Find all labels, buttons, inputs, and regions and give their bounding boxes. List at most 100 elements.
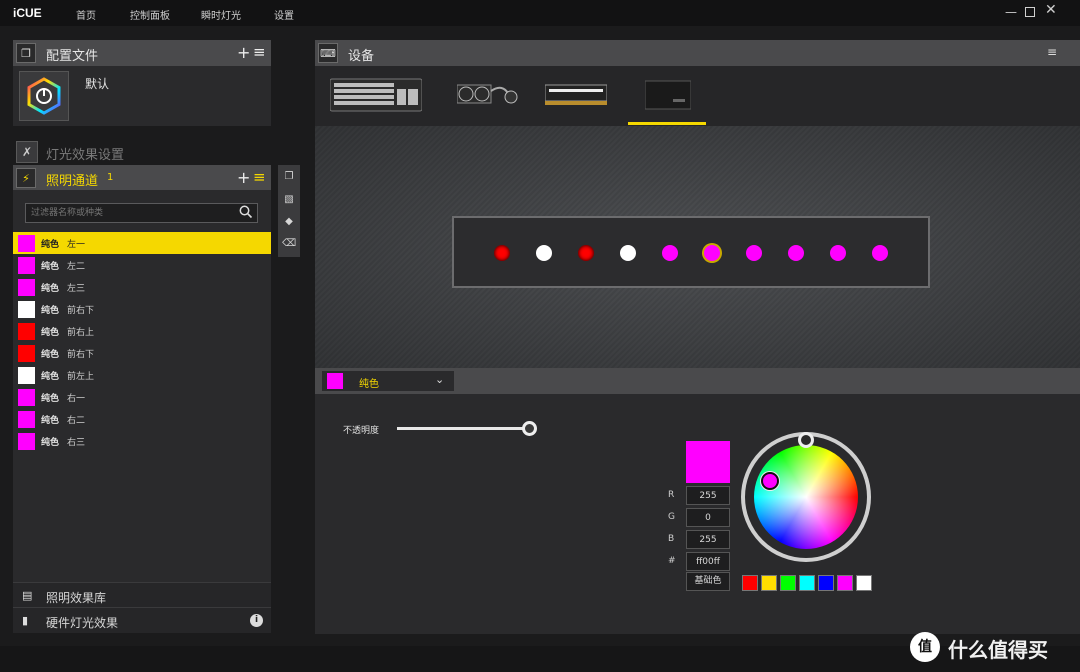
memory-device-icon[interactable]: [544, 82, 608, 111]
layer-row[interactable]: 纯色 前右下: [13, 298, 271, 320]
channel-title: 照明通道: [46, 174, 99, 189]
layer-color-swatch: [18, 257, 35, 274]
effects-library-item[interactable]: ▤ 照明效果库: [13, 582, 271, 607]
preset-magenta[interactable]: [837, 575, 853, 591]
led-7[interactable]: [746, 245, 762, 261]
hardware-lighting-item[interactable]: ▮ 硬件灯光效果 i: [13, 607, 271, 633]
effect-type-dropdown[interactable]: 纯色 ⌄: [322, 371, 454, 391]
color-wheel-picker[interactable]: [761, 472, 779, 490]
lightning-icon: ⚡: [16, 168, 36, 188]
effect-settings-panel: 不透明度 R G B # 基础色: [315, 394, 1080, 634]
led-9[interactable]: [830, 245, 846, 261]
reorder-icon[interactable]: ◆: [282, 215, 296, 229]
layer-color-swatch: [18, 367, 35, 384]
layer-row[interactable]: 纯色 左一: [13, 232, 271, 254]
delete-icon[interactable]: ⌫: [282, 237, 296, 251]
layer-row[interactable]: 纯色 左二: [13, 254, 271, 276]
layer-color-swatch: [18, 235, 35, 252]
preset-cyan[interactable]: [799, 575, 815, 591]
device-preview-area: [315, 126, 1080, 368]
hex-field[interactable]: [686, 552, 730, 571]
led-6-selected[interactable]: [704, 245, 720, 261]
led-8[interactable]: [788, 245, 804, 261]
color-wheel[interactable]: [754, 445, 858, 549]
led-10[interactable]: [872, 245, 888, 261]
device-selection-indicator: [628, 122, 706, 125]
profiles-menu-button[interactable]: ≡: [253, 43, 266, 61]
profile-card-default[interactable]: 默认: [13, 66, 271, 126]
g-label: G: [668, 512, 675, 522]
preset-red[interactable]: [742, 575, 758, 591]
led-1[interactable]: [494, 245, 510, 261]
minimize-icon[interactable]: —: [1005, 5, 1017, 19]
cooler-device-icon[interactable]: [456, 81, 519, 112]
preset-yellow[interactable]: [761, 575, 777, 591]
nav-instant-lighting[interactable]: 瞬时灯光: [201, 7, 241, 22]
color-wheel-container: [741, 432, 871, 562]
layer-row[interactable]: 纯色 右二: [13, 408, 271, 430]
layer-type: 纯色: [41, 416, 60, 426]
maximize-icon[interactable]: [1025, 6, 1035, 20]
layer-type: 纯色: [41, 372, 60, 382]
nav-settings[interactable]: 设置: [274, 7, 294, 22]
layer-tool-column: ❐ ▧ ◆ ⌫: [278, 165, 300, 257]
search-icon[interactable]: [239, 205, 255, 221]
nav-home[interactable]: 首页: [76, 7, 96, 22]
channel-menu-button[interactable]: ≡: [253, 168, 266, 186]
layer-color-swatch: [18, 345, 35, 362]
layer-row[interactable]: 纯色 右一: [13, 386, 271, 408]
layer-row[interactable]: 纯色 左三: [13, 276, 271, 298]
led-5[interactable]: [662, 245, 678, 261]
layer-row[interactable]: 纯色 前右下: [13, 342, 271, 364]
led-2[interactable]: [536, 245, 552, 261]
add-layer-button[interactable]: +: [237, 168, 250, 187]
hardware-lighting-label: 硬件灯光效果: [46, 616, 119, 630]
opacity-slider-track[interactable]: [397, 427, 533, 430]
preset-green[interactable]: [780, 575, 796, 591]
brightness-ring-handle[interactable]: [798, 432, 814, 448]
keyboard-icon: ⌨: [318, 43, 338, 63]
profiles-header: ❐ 配置文件 + ≡: [13, 40, 271, 66]
layer-color-swatch: [18, 323, 35, 340]
g-field[interactable]: [686, 508, 730, 527]
preset-blue[interactable]: [818, 575, 834, 591]
copy-icon[interactable]: ❐: [282, 170, 296, 184]
add-profile-button[interactable]: +: [237, 43, 250, 62]
current-color-preview: [686, 441, 730, 483]
filter-input[interactable]: [25, 203, 258, 223]
paste-icon[interactable]: ▧: [282, 193, 296, 207]
led-4[interactable]: [620, 245, 636, 261]
layer-type: 纯色: [41, 328, 60, 338]
info-icon[interactable]: i: [250, 614, 263, 627]
layer-name: 前右上: [67, 328, 95, 338]
hex-label: #: [668, 556, 676, 566]
device-strip: [315, 66, 1080, 126]
b-field[interactable]: [686, 530, 730, 549]
layer-type: 纯色: [41, 240, 60, 250]
layer-row[interactable]: 纯色 前左上: [13, 364, 271, 386]
nav-dashboard[interactable]: 控制面板: [130, 7, 170, 22]
layer-name: 右三: [67, 438, 86, 448]
keyboard-device-icon[interactable]: [329, 77, 423, 116]
layer-type: 纯色: [41, 394, 60, 404]
basic-colors-button[interactable]: 基础色: [686, 572, 730, 591]
devices-menu-icon[interactable]: ≡: [1047, 45, 1057, 59]
app-logo: iCUE: [13, 6, 42, 20]
close-icon[interactable]: ✕: [1045, 3, 1057, 17]
led-3[interactable]: [578, 245, 594, 261]
layer-row[interactable]: 纯色 右三: [13, 430, 271, 452]
layer-type: 纯色: [41, 306, 60, 316]
preset-white[interactable]: [856, 575, 872, 591]
b-label: B: [668, 534, 675, 544]
memory-icon: ▮: [22, 614, 29, 627]
layer-type: 纯色: [41, 284, 60, 294]
devices-title: 设备: [348, 49, 375, 64]
layer-name: 前右下: [67, 350, 95, 360]
fan-controller-device-icon[interactable]: [644, 79, 692, 114]
effect-header: 纯色 ⌄: [315, 368, 1080, 394]
led-strip: [452, 216, 930, 288]
r-field[interactable]: [686, 486, 730, 505]
layer-color-swatch: [18, 433, 35, 450]
layer-row[interactable]: 纯色 前右上: [13, 320, 271, 342]
opacity-slider-handle[interactable]: [522, 421, 537, 436]
